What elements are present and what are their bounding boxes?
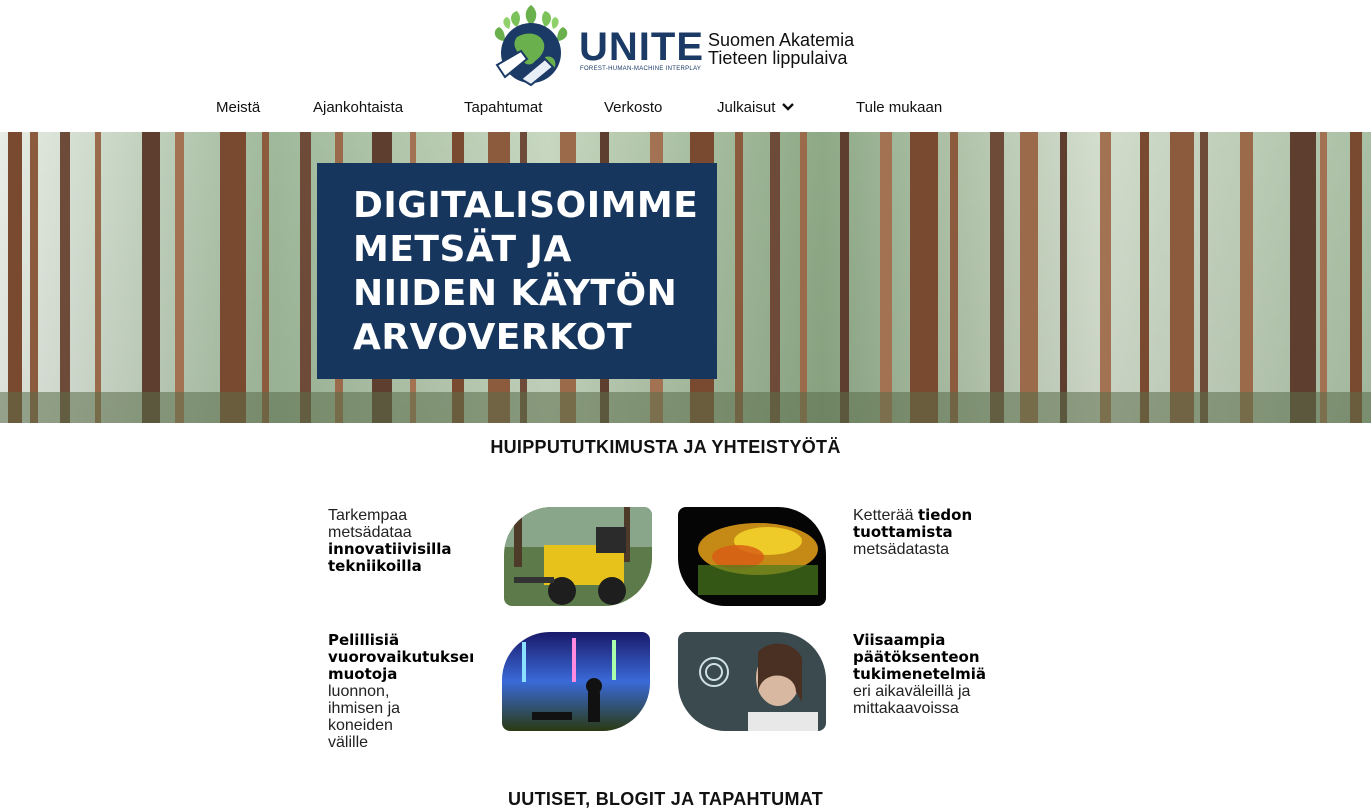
point-cloud-illustration bbox=[678, 507, 826, 606]
feature-2-pre: Ketterää bbox=[853, 507, 918, 524]
decision-support-image[interactable] bbox=[678, 632, 826, 731]
hero-headline-box: DIGITALISOIMME METSÄT JA NIIDEN KÄYTÖN A… bbox=[317, 163, 717, 379]
tree-trunk bbox=[990, 132, 1004, 423]
feature-text-1: Tarkempaa metsädataa innovatiivisilla te… bbox=[328, 507, 478, 575]
logo-subtitle: FOREST-HUMAN-MACHINE INTERPLAY bbox=[580, 66, 702, 72]
tagline-line-1: Suomen Akatemia bbox=[708, 30, 855, 50]
tagline-line-2: Tieteen lippulaiva bbox=[708, 48, 848, 68]
feature-1-bold: innovatiivisilla tekniikoilla bbox=[328, 540, 452, 575]
feature-2-line: Ketterää tiedon tuottamista bbox=[853, 507, 972, 541]
tree-trunk bbox=[1170, 132, 1194, 423]
tree-trunk bbox=[1020, 132, 1038, 423]
decision-illustration bbox=[678, 632, 826, 731]
news-section-title: UUTISET, BLOGIT JA TAPAHTUMAT bbox=[507, 789, 824, 809]
nav-item-julkaisut-label: Julkaisut bbox=[717, 99, 776, 116]
tree-trunk bbox=[950, 132, 958, 423]
hero-banner: DIGITALISOIMME METSÄT JA NIIDEN KÄYTÖN A… bbox=[0, 132, 1371, 423]
feature-4-bold: Viisaampia päätöksenteon tukimenetelmiä bbox=[853, 631, 987, 683]
chevron-down-icon bbox=[782, 102, 795, 111]
tree-trunk bbox=[880, 132, 892, 423]
tree-trunk bbox=[1240, 132, 1253, 423]
tree-trunk bbox=[262, 132, 269, 423]
tree-trunk bbox=[840, 132, 849, 423]
harvester-illustration bbox=[504, 507, 652, 606]
tree-trunk bbox=[60, 132, 70, 423]
tree-trunk bbox=[220, 132, 246, 423]
feature-2-post: metsädatasta bbox=[853, 541, 950, 558]
tree-trunk bbox=[770, 132, 780, 423]
tree-trunk bbox=[1320, 132, 1327, 423]
game-interaction-image[interactable] bbox=[502, 632, 650, 731]
game-illustration bbox=[502, 632, 650, 731]
logo-wordmark: UNITE bbox=[579, 25, 704, 69]
tree-trunk bbox=[300, 132, 311, 423]
nav-item-ajankohtaista[interactable]: Ajankohtaista bbox=[313, 98, 403, 118]
hero-line-2: METSÄT JA bbox=[353, 229, 572, 270]
main-navigation: Meistä Ajankohtaista Tapahtumat Verkosto… bbox=[0, 98, 1371, 118]
feature-text-4: Viisaampia päätöksenteon tukimenetelmiä … bbox=[853, 631, 998, 718]
feature-3-bold: Pelillisiä vuorovaikutuksen muotoja bbox=[328, 632, 473, 683]
hero-line-4: ARVOVERKOT bbox=[353, 317, 633, 358]
tree-trunk bbox=[1290, 132, 1316, 423]
tree-trunk bbox=[1100, 132, 1111, 423]
tree-trunk bbox=[175, 132, 184, 423]
tree-trunk bbox=[30, 132, 38, 423]
harvester-image[interactable] bbox=[504, 507, 652, 606]
nav-item-julkaisut[interactable]: Julkaisut bbox=[717, 98, 795, 118]
nav-item-tule-mukaan[interactable]: Tule mukaan bbox=[856, 98, 942, 118]
feature-3-post: luonnon, ihmisen ja koneiden välille bbox=[328, 683, 401, 751]
hero-line-3: NIIDEN KÄYTÖN bbox=[353, 273, 678, 314]
hero-headline: DIGITALISOIMME METSÄT JA NIIDEN KÄYTÖN A… bbox=[353, 184, 713, 360]
tree-trunk bbox=[800, 132, 807, 423]
tree-trunk bbox=[95, 132, 101, 423]
feature-1-pre: Tarkempaa metsädataa bbox=[328, 507, 412, 541]
feature-4-post: eri aikaväleillä ja mittakaavoissa bbox=[853, 683, 971, 717]
point-cloud-image[interactable] bbox=[678, 507, 826, 606]
feature-text-2: Ketterää tiedon tuottamista metsädatasta bbox=[853, 507, 993, 559]
tree-trunk bbox=[1060, 132, 1067, 423]
globe-leaves-icon bbox=[494, 5, 568, 87]
nav-item-tapahtumat[interactable]: Tapahtumat bbox=[464, 98, 542, 118]
tree-trunk bbox=[735, 132, 743, 423]
tagline: Suomen Akatemia Tieteen lippulaiva bbox=[708, 31, 854, 67]
tree-trunk bbox=[1200, 132, 1208, 423]
hero-line-1: DIGITALISOIMME bbox=[353, 185, 699, 226]
tree-trunk bbox=[910, 132, 938, 423]
nav-item-meista[interactable]: Meistä bbox=[216, 98, 260, 118]
nav-item-verkosto[interactable]: Verkosto bbox=[604, 98, 662, 118]
tree-trunk bbox=[8, 132, 22, 423]
tree-trunk bbox=[1350, 132, 1362, 423]
feature-text-3: Pelillisiä vuorovaikutuksen muotoja luon… bbox=[328, 632, 473, 751]
research-section-title: HUIPPUTUTKIMUSTA JA YHTEISTYÖTÄ bbox=[490, 437, 841, 457]
tree-trunk bbox=[1140, 132, 1149, 423]
unite-logo[interactable]: UNITE FOREST-HUMAN-MACHINE INTERPLAY bbox=[487, 1, 703, 87]
tree-trunk bbox=[142, 132, 160, 423]
forest-floor bbox=[0, 392, 1371, 423]
site-header: UNITE FOREST-HUMAN-MACHINE INTERPLAY Suo… bbox=[0, 0, 1371, 132]
